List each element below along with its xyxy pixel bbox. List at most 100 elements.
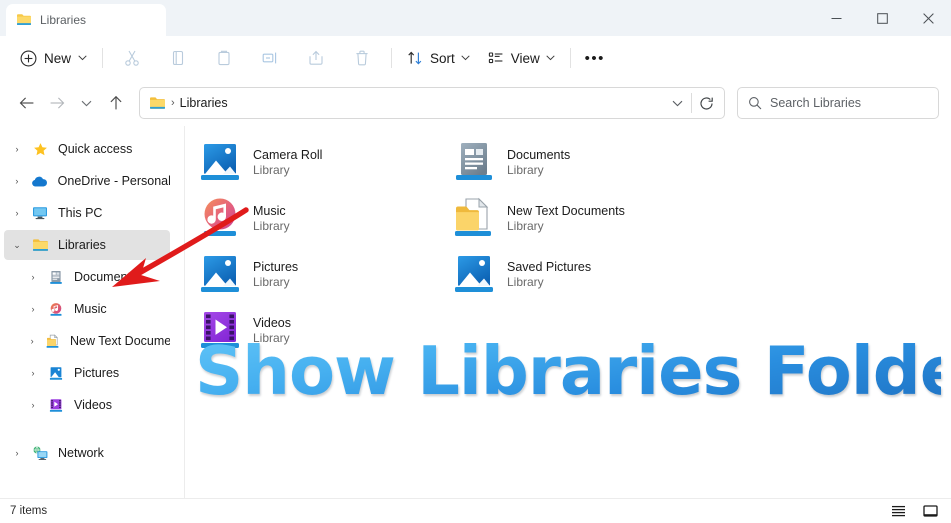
list-item[interactable]: New Text Documents Library <box>445 190 699 246</box>
explorer-tab-libraries[interactable]: Libraries <box>6 4 166 36</box>
chevron-right-icon[interactable]: › <box>24 268 42 286</box>
sidebar-item-onedrive[interactable]: › OneDrive - Personal <box>4 166 170 196</box>
chevron-right-icon[interactable]: › <box>8 172 26 190</box>
details-pane-icon[interactable] <box>917 501 943 522</box>
refresh-button[interactable] <box>692 89 720 117</box>
star-icon <box>30 140 50 158</box>
plus-circle-icon <box>20 50 37 66</box>
new-button[interactable]: New <box>14 43 96 73</box>
chevron-right-icon[interactable]: › <box>24 364 42 382</box>
search-icon <box>749 97 762 110</box>
command-bar: New Sort View ••• <box>0 36 951 80</box>
list-item-name: Pictures <box>253 259 299 274</box>
sidebar-item-videos[interactable]: › Videos <box>20 390 170 420</box>
list-item-subtitle: Library <box>507 274 544 289</box>
list-item[interactable]: Saved Pictures Library <box>445 246 699 302</box>
sidebar-item-label: Network <box>58 446 104 460</box>
cut-button[interactable] <box>109 42 155 74</box>
list-item-subtitle: Library <box>253 274 290 289</box>
see-more-button[interactable]: ••• <box>577 43 613 73</box>
list-item[interactable]: Music Library <box>191 190 445 246</box>
list-view-icon[interactable] <box>885 501 911 522</box>
pictures-library-icon <box>46 364 66 382</box>
sidebar-item-label: OneDrive - Personal <box>57 174 170 188</box>
forward-button[interactable] <box>42 87 72 119</box>
documents-library-icon <box>451 139 497 185</box>
share-button[interactable] <box>293 42 339 74</box>
address-bar[interactable]: › Libraries <box>139 87 725 119</box>
list-item[interactable]: Documents Library <box>445 134 699 190</box>
sort-button[interactable]: Sort <box>398 43 479 73</box>
breadcrumb-current[interactable]: Libraries <box>180 96 228 110</box>
list-item-text: New Text Documents Library <box>507 204 625 233</box>
chevron-down-icon[interactable]: ⌄ <box>8 236 26 254</box>
sidebar-item-libraries[interactable]: ⌄ Libraries <box>4 230 170 260</box>
sort-button-label: Sort <box>430 50 455 66</box>
list-item-name: Saved Pictures <box>507 259 592 274</box>
sidebar-item-this-pc[interactable]: › This PC <box>4 198 170 228</box>
up-button[interactable] <box>101 87 131 119</box>
copy-icon <box>172 50 184 66</box>
folder-icon <box>30 236 50 254</box>
library-tiles: Camera Roll Library Documents Library Mu… <box>185 134 951 358</box>
file-list-pane[interactable]: Camera Roll Library Documents Library Mu… <box>185 126 951 498</box>
recent-locations-button[interactable] <box>72 87 102 119</box>
sidebar-item-label: Pictures <box>74 366 120 380</box>
documents-library-icon <box>46 268 66 286</box>
cloud-icon <box>30 172 50 190</box>
sidebar-item-new-text-document[interactable]: › New Text Document <box>20 326 170 356</box>
window-controls <box>813 0 951 36</box>
copy-button[interactable] <box>155 42 201 74</box>
back-button[interactable] <box>12 87 42 119</box>
view-button[interactable]: View <box>479 43 564 73</box>
pictures-library-icon <box>197 139 243 185</box>
search-input[interactable]: Search Libraries <box>770 96 861 110</box>
sidebar-item-label: Videos <box>74 398 112 412</box>
search-box[interactable]: Search Libraries <box>737 87 939 119</box>
list-item[interactable]: Videos Library <box>191 302 445 358</box>
close-button[interactable] <box>905 0 951 36</box>
sidebar-item-documents[interactable]: › Documents <box>20 262 170 292</box>
rename-button[interactable] <box>247 42 293 74</box>
sidebar-item-pictures[interactable]: › Pictures <box>20 358 170 388</box>
view-button-label: View <box>510 50 540 66</box>
breadcrumb[interactable]: › Libraries <box>149 96 663 111</box>
chevron-down-icon <box>78 55 87 61</box>
list-item[interactable]: Camera Roll Library <box>191 134 445 190</box>
file-explorer-window: Libraries New Sort View ••• › Libraries … <box>0 0 951 523</box>
chevron-right-icon[interactable]: › <box>8 204 26 222</box>
toolbar-divider <box>102 48 104 68</box>
delete-button[interactable] <box>339 42 385 74</box>
breadcrumb-separator: › <box>171 97 175 109</box>
sidebar-item-network[interactable]: › Network <box>4 438 170 468</box>
chevron-down-icon <box>461 55 470 61</box>
address-dropdown-button[interactable] <box>663 89 691 117</box>
chevron-right-icon[interactable]: › <box>24 332 40 350</box>
rename-icon <box>262 52 276 64</box>
list-item[interactable]: Pictures Library <box>191 246 445 302</box>
chevron-down-icon <box>672 100 682 106</box>
chevron-right-icon[interactable]: › <box>24 396 42 414</box>
music-library-icon <box>197 195 243 241</box>
chevron-down-icon <box>546 55 555 61</box>
chevron-right-icon[interactable]: › <box>8 444 26 462</box>
chevron-right-icon[interactable]: › <box>8 140 26 158</box>
list-item-text: Videos Library <box>253 316 291 345</box>
list-item-name: Music <box>253 203 286 218</box>
status-bar: 7 items <box>0 498 951 523</box>
sidebar-item-label: Quick access <box>58 142 133 156</box>
sidebar-item-quick-access[interactable]: › Quick access <box>4 134 170 164</box>
list-item-subtitle: Library <box>507 218 544 233</box>
sidebar-item-music[interactable]: › Music <box>20 294 170 324</box>
list-item-subtitle: Library <box>253 218 290 233</box>
minimize-button[interactable] <box>813 0 859 36</box>
chevron-right-icon[interactable]: › <box>24 300 42 318</box>
address-bar-actions <box>663 89 720 117</box>
title-bar: Libraries <box>0 0 951 36</box>
paste-button[interactable] <box>201 42 247 74</box>
delete-icon <box>356 50 368 66</box>
maximize-button[interactable] <box>859 0 905 36</box>
sidebar-item-label: New Text Document <box>70 334 170 348</box>
folder-icon <box>150 96 165 109</box>
list-item-subtitle: Library <box>253 162 290 177</box>
